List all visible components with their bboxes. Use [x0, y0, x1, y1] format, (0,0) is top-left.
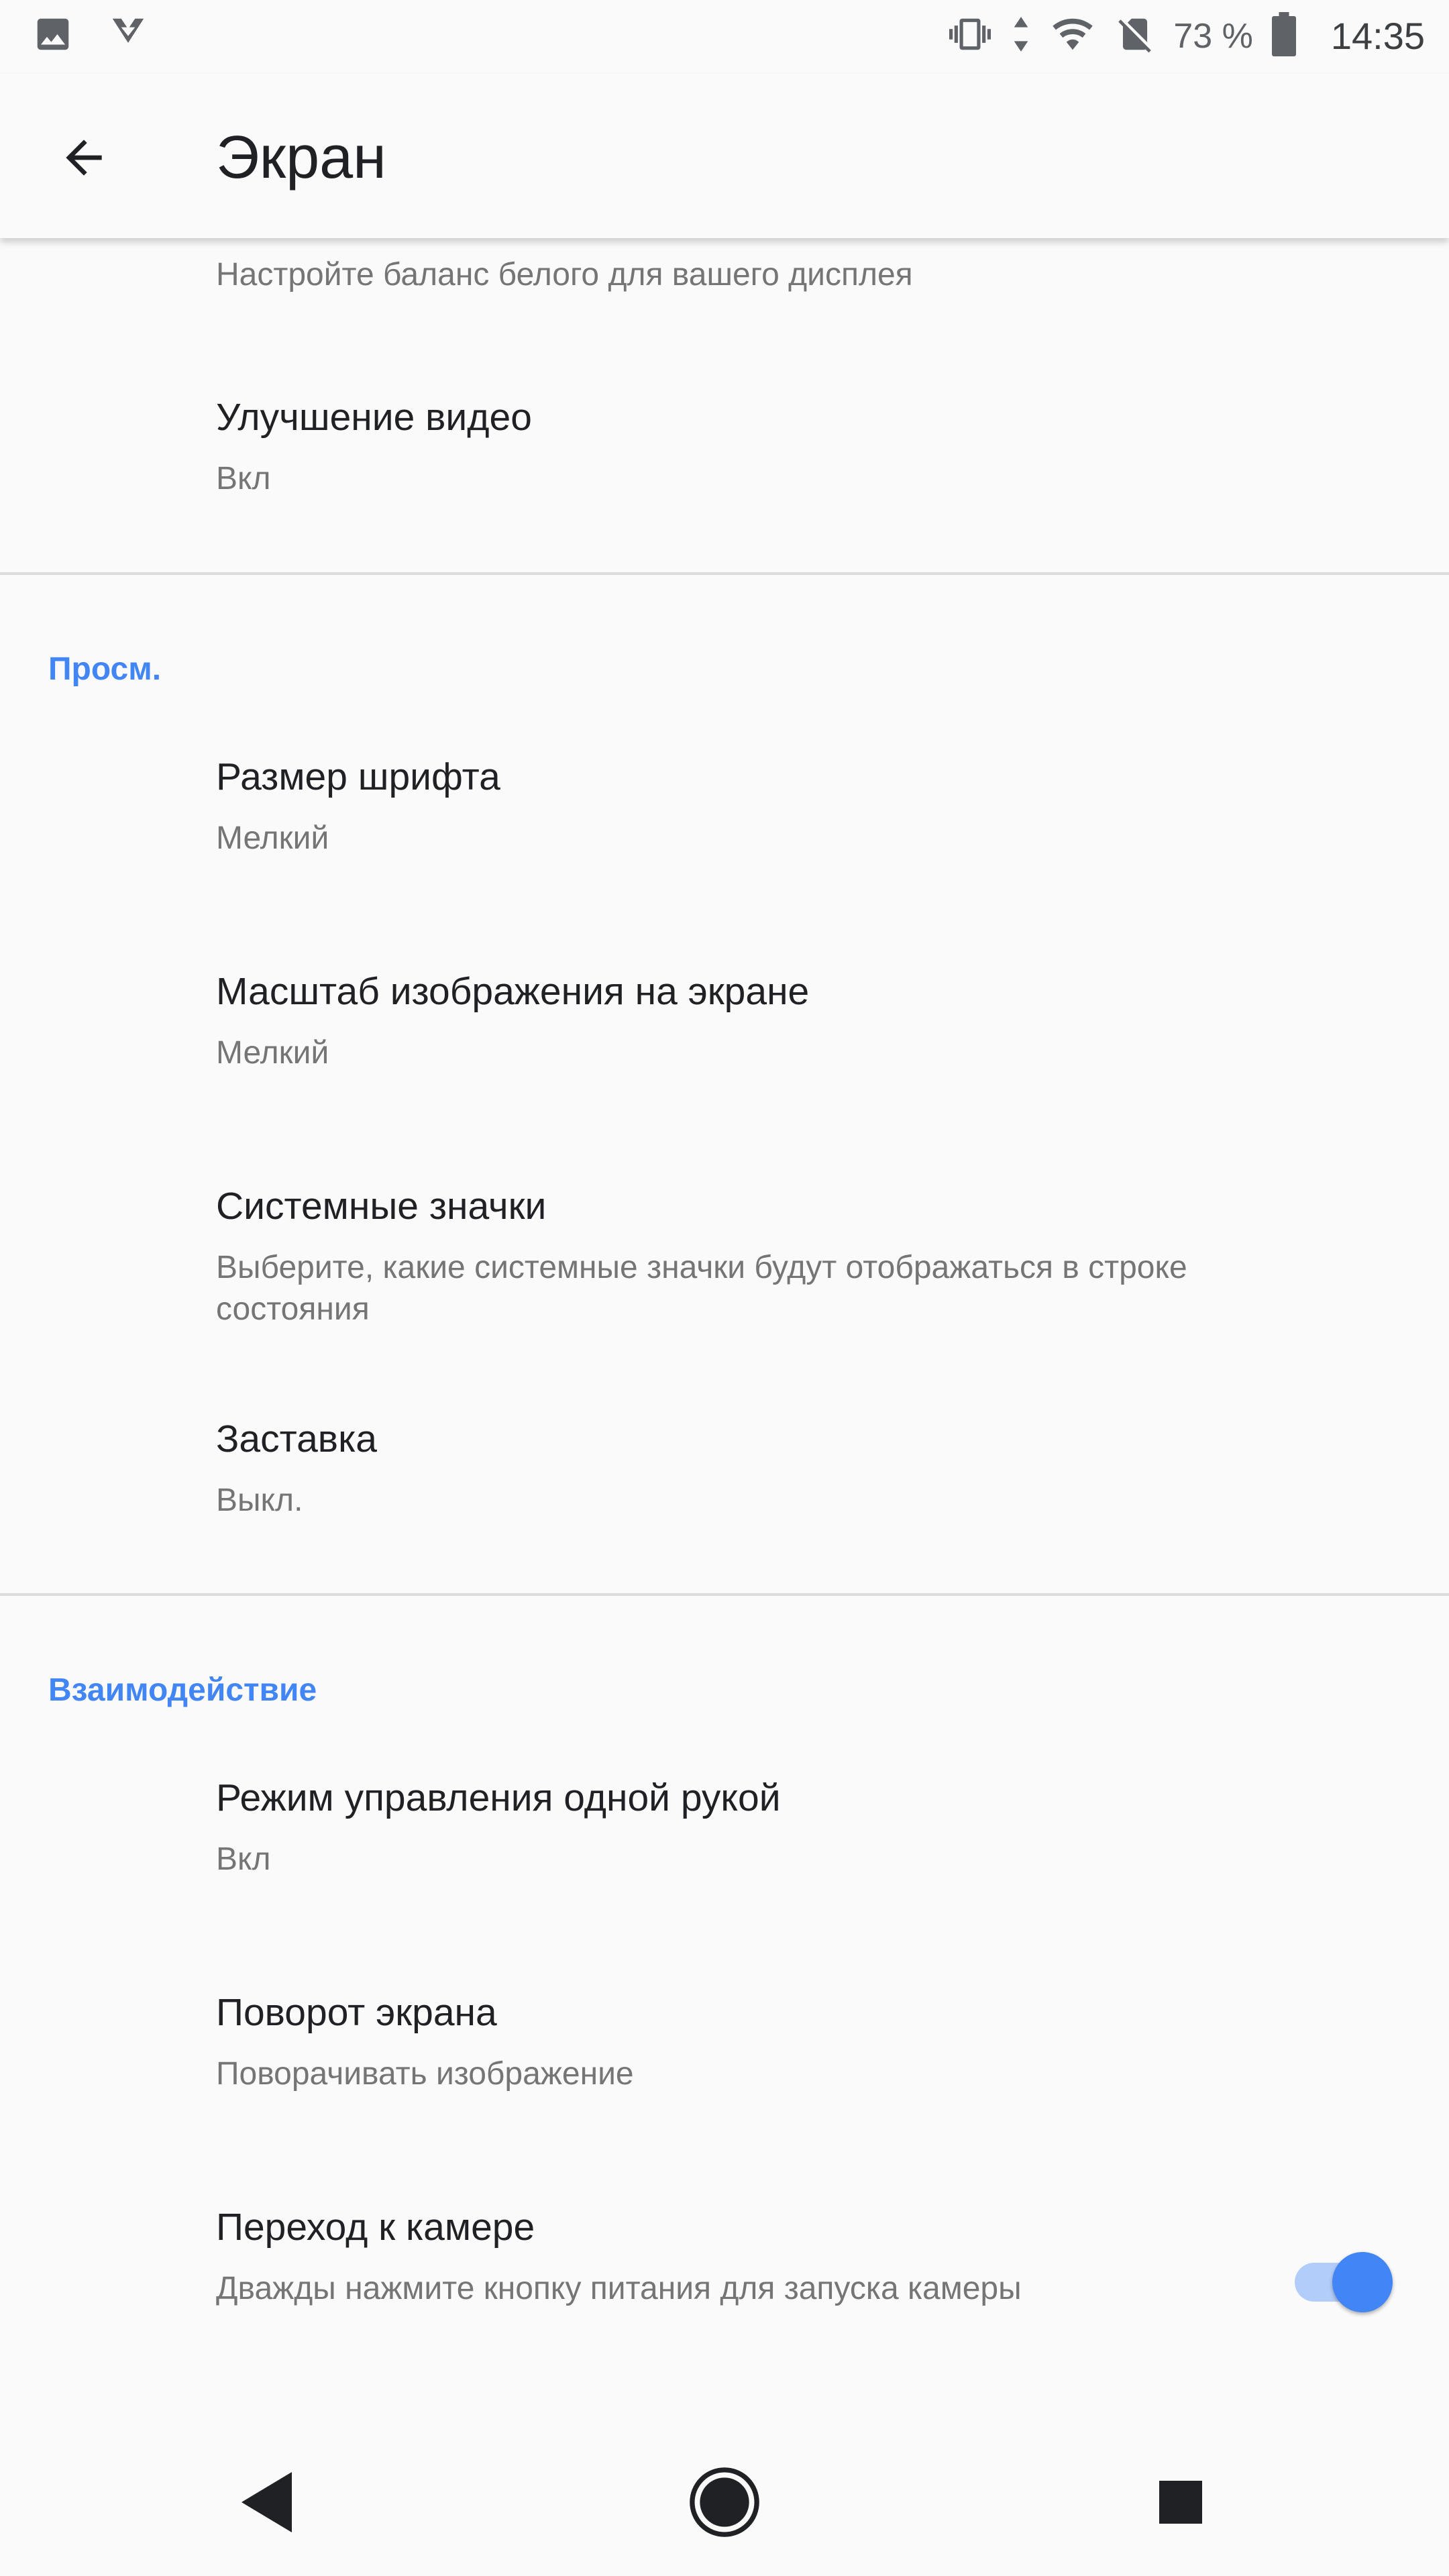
display-size-item[interactable]: Масштаб изображения на экране Мелкий: [216, 968, 1263, 1074]
battery-icon: [1271, 12, 1297, 60]
battery-percent: 73 %: [1173, 16, 1253, 56]
one-hand-mode-item[interactable]: Режим управления одной рукой Вкл: [216, 1774, 1263, 1880]
rotation-item[interactable]: Поворот экрана Поворачивать изображение: [216, 1989, 1263, 2095]
camera-gesture-toggle[interactable]: [1291, 2244, 1393, 2312]
item-subtitle: Дважды нажмите кнопку питания для запуск…: [216, 2271, 1022, 2306]
item-subtitle: Выберите, какие системные значки будут о…: [216, 1250, 1187, 1327]
item-subtitle: Вкл: [216, 461, 271, 496]
item-title: Системные значки: [216, 1185, 547, 1228]
image-icon: [32, 13, 74, 58]
item-title: Режим управления одной рукой: [216, 1776, 781, 1819]
section-header-interaction: Взаимодействие: [48, 1672, 317, 1708]
nav-recents-button[interactable]: [1134, 2455, 1228, 2549]
item-title: Размер шрифта: [216, 755, 500, 798]
toggle-thumb: [1332, 2252, 1393, 2312]
camera-gesture-item[interactable]: Переход к камере Дважды нажмите кнопку п…: [216, 2204, 1222, 2310]
item-title: Переход к камере: [216, 2206, 535, 2249]
section-header-view: Просм.: [48, 651, 162, 687]
home-circle-icon: [690, 2467, 759, 2537]
no-sim-icon: [1114, 13, 1156, 58]
item-title: Заставка: [216, 1417, 377, 1460]
data-arrows-icon: [1011, 13, 1031, 58]
recents-square-icon: [1159, 2481, 1202, 2524]
vibrate-icon: [947, 13, 994, 58]
video-enhancement-item[interactable]: Улучшение видео Вкл: [216, 394, 1263, 500]
page-title: Экран: [216, 124, 386, 191]
item-title: Улучшение видео: [216, 396, 532, 439]
arrow-back-icon: [66, 140, 102, 176]
white-balance-item[interactable]: Настройте баланс белого для вашего диспл…: [216, 254, 1263, 296]
item-subtitle: Мелкий: [216, 820, 329, 856]
item-subtitle: Мелкий: [216, 1035, 329, 1071]
section-divider: [0, 572, 1449, 575]
item-subtitle: Настройте баланс белого для вашего диспл…: [216, 257, 913, 292]
nav-back-button[interactable]: [221, 2455, 315, 2549]
app-notification-icon: [107, 13, 149, 58]
section-divider: [0, 1593, 1449, 1596]
nav-home-button[interactable]: [678, 2455, 771, 2549]
item-subtitle: Вкл: [216, 1841, 271, 1877]
font-size-item[interactable]: Размер шрифта Мелкий: [216, 753, 1263, 859]
clock: 14:35: [1330, 15, 1425, 57]
system-icons-item[interactable]: Системные значки Выберите, какие системн…: [216, 1183, 1263, 1330]
back-triangle-icon: [241, 2472, 292, 2532]
navigation-bar: [0, 2428, 1449, 2576]
app-bar: Экран: [0, 74, 1449, 238]
screensaver-item[interactable]: Заставка Выкл.: [216, 1415, 1263, 1521]
back-button[interactable]: [47, 121, 121, 195]
item-title: Поворот экрана: [216, 1991, 497, 2034]
status-bar: 73 % 14:35: [0, 0, 1449, 74]
settings-list[interactable]: Настройте баланс белого для вашего диспл…: [0, 238, 1449, 2428]
item-subtitle: Выкл.: [216, 1483, 303, 1518]
wifi-icon: [1049, 13, 1097, 58]
item-subtitle: Поворачивать изображение: [216, 2056, 634, 2092]
item-title: Масштаб изображения на экране: [216, 970, 810, 1013]
